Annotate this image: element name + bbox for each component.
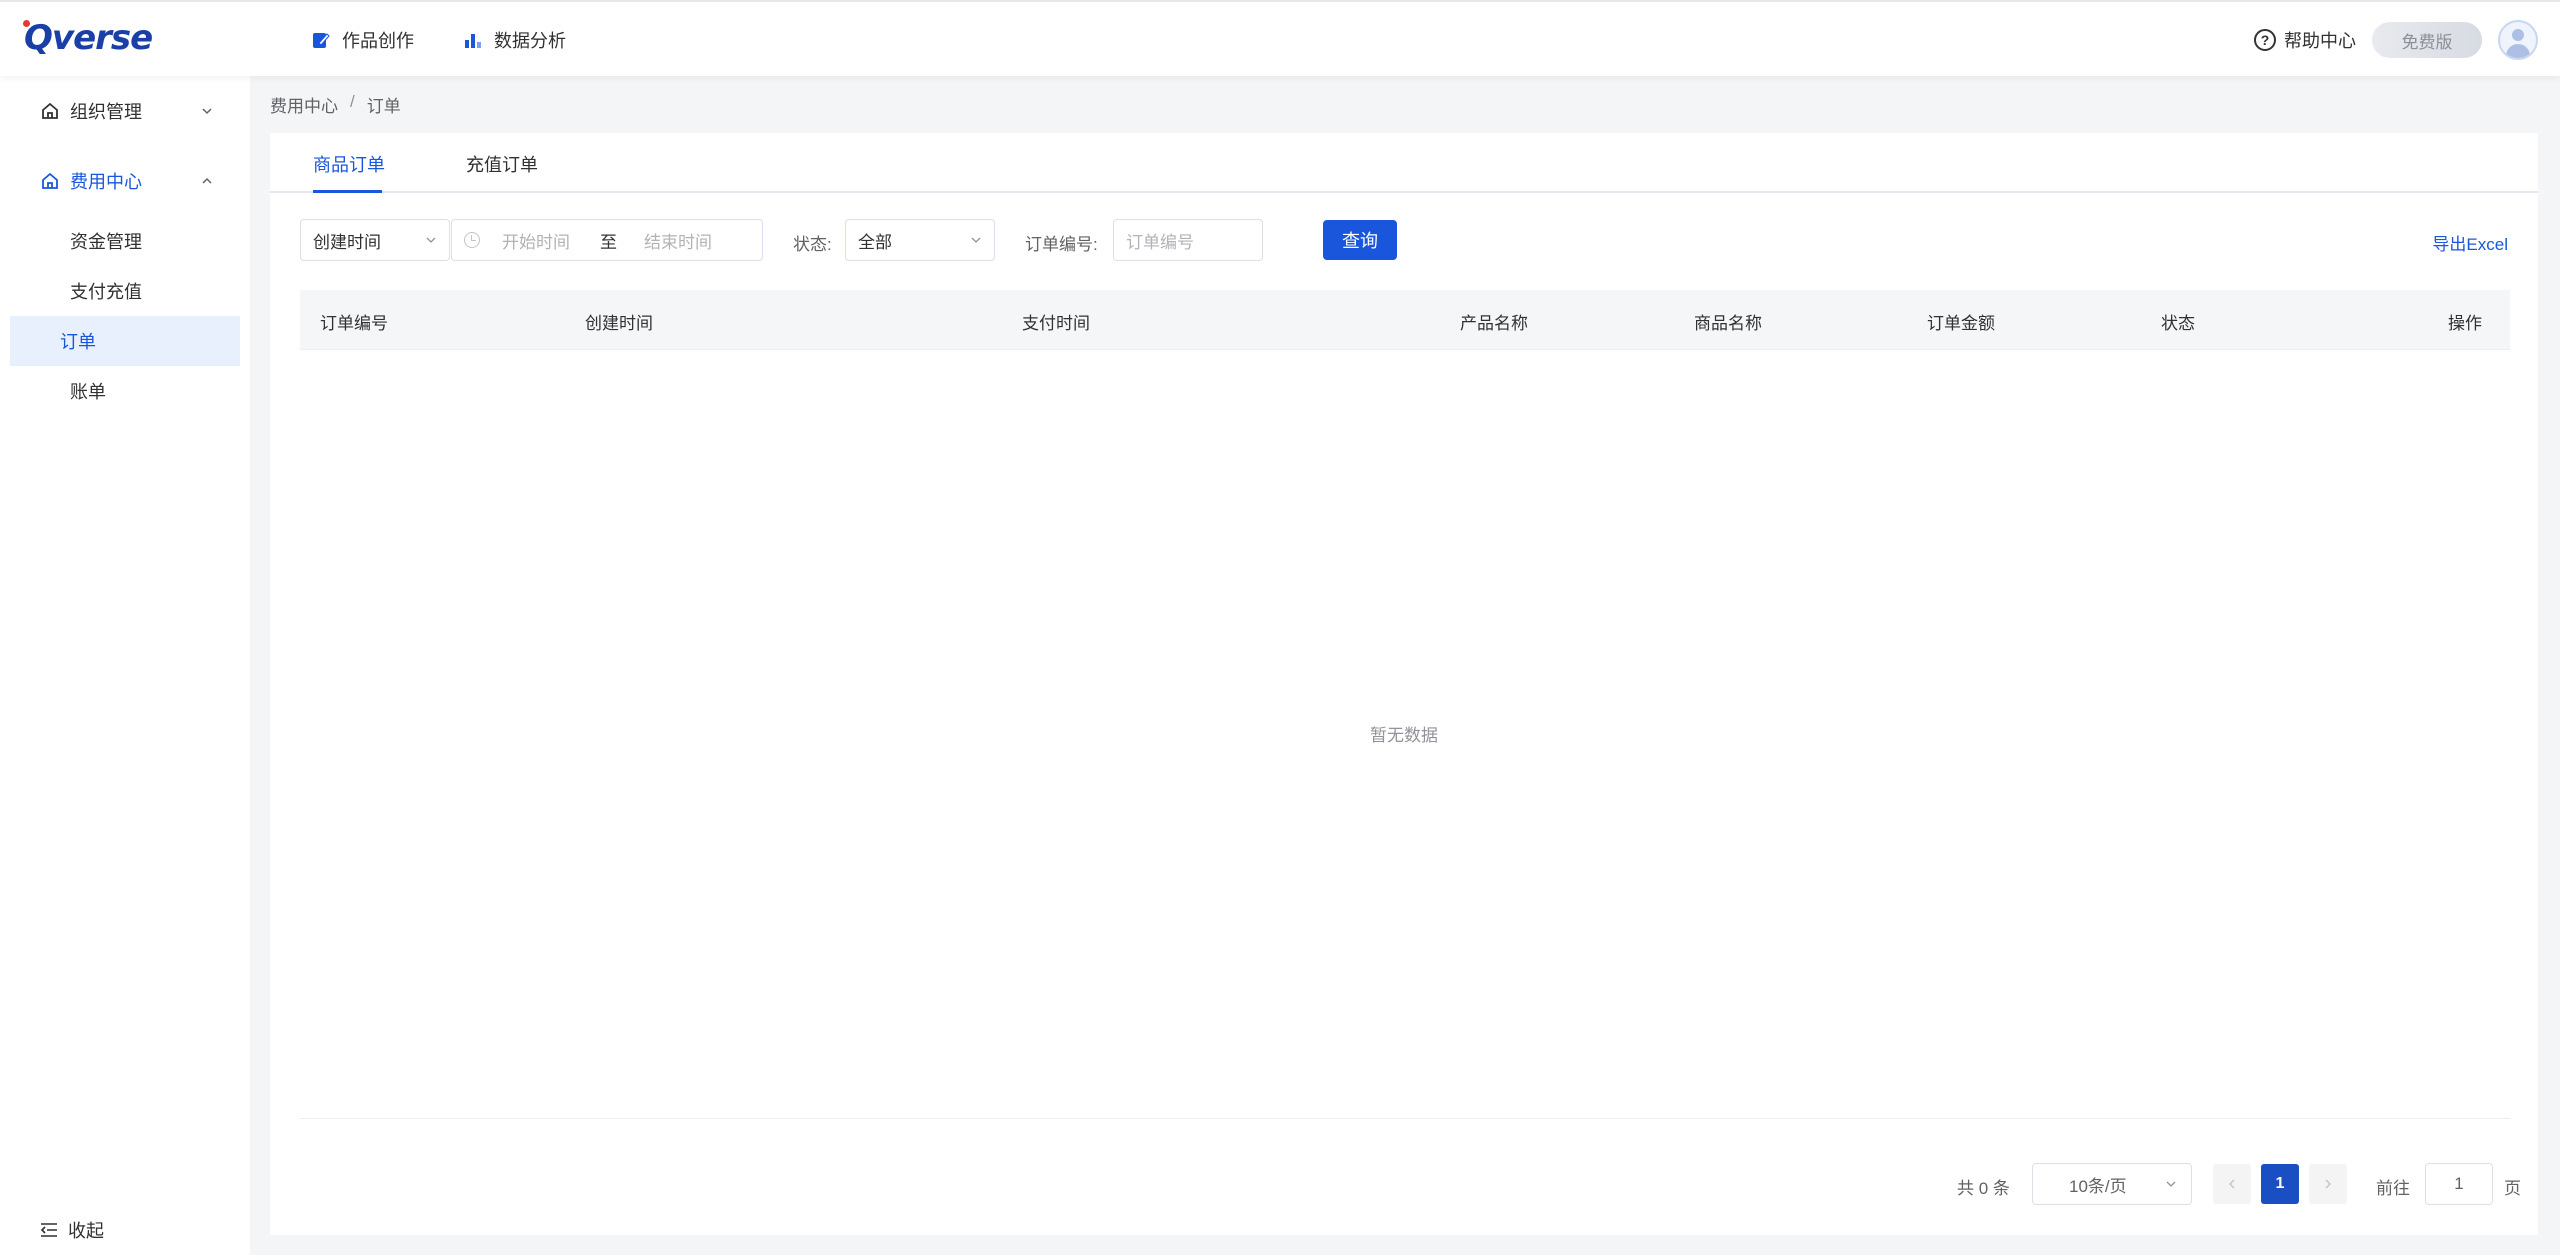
order-no-input[interactable]: 订单编号	[1113, 219, 1263, 261]
nav-data-analysis[interactable]: 数据分析	[464, 27, 566, 53]
question-icon: ?	[2254, 29, 2276, 51]
column-header: 订单编号	[320, 314, 388, 333]
home-icon	[42, 172, 58, 189]
chevron-down-icon	[426, 237, 436, 243]
chevron-down-icon	[2166, 1181, 2176, 1187]
time-type-value: 创建时间	[313, 232, 381, 252]
goto-page-input[interactable]: 1	[2425, 1163, 2493, 1205]
orders-card: 商品订单 充值订单 创建时间 开始时间 至 结束时间 状态: 全部 订单编号: …	[270, 133, 2538, 1235]
column-header: 状态	[2161, 314, 2195, 333]
avatar[interactable]	[2498, 20, 2538, 60]
date-range-picker[interactable]: 开始时间 至 结束时间	[451, 219, 763, 261]
nav-works-creation[interactable]: 作品创作	[312, 27, 414, 53]
logo-text: Qverse	[24, 18, 153, 58]
sidebar-item-bills[interactable]: 账单	[10, 366, 240, 416]
empty-state: 暂无数据	[1370, 726, 1438, 745]
column-header: 支付时间	[1022, 314, 1090, 333]
page-size-select[interactable]: 10条/页	[2032, 1163, 2192, 1205]
user-icon	[2512, 29, 2524, 41]
breadcrumb-item: 订单	[366, 97, 401, 116]
prev-page-button[interactable]	[2213, 1164, 2251, 1204]
tab-product-orders[interactable]: 商品订单	[313, 151, 385, 177]
query-button[interactable]: 查询	[1323, 220, 1397, 260]
collapse-icon	[40, 1223, 57, 1237]
time-type-select[interactable]: 创建时间	[300, 219, 450, 261]
chevron-left-icon	[2228, 1179, 2235, 1189]
order-no-label: 订单编号:	[1025, 235, 1098, 254]
column-header: 操作	[2448, 314, 2482, 333]
breadcrumb: 费用中心 / 订单	[270, 92, 401, 117]
logo-dot	[23, 20, 30, 27]
header-right: ? 帮助中心 免费版	[2254, 2, 2538, 78]
page-size-value: 10条/页	[2069, 1176, 2127, 1196]
help-label: 帮助中心	[2284, 31, 2356, 51]
top-header: Qverse 作品创作 数据分析 ? 帮助中心 免费版	[0, 0, 2560, 76]
collapse-button[interactable]: 收起	[40, 1217, 104, 1243]
next-page-button[interactable]	[2309, 1164, 2347, 1204]
column-header: 创建时间	[585, 314, 653, 333]
order-tabs: 商品订单 充值订单	[270, 133, 2538, 193]
breadcrumb-item[interactable]: 费用中心	[270, 92, 338, 117]
bar-chart-icon	[465, 34, 481, 48]
collapse-label: 收起	[68, 1221, 104, 1241]
page-suffix: 页	[2504, 1179, 2521, 1198]
sidebar-group-org[interactable]: 组织管理	[0, 76, 250, 146]
sidebar-group-label: 组织管理	[70, 102, 142, 122]
top-nav: 作品创作 数据分析	[312, 2, 566, 78]
filter-bar: 创建时间 开始时间 至 结束时间 状态: 全部 订单编号: 订单编号 查询 导出…	[300, 219, 2510, 261]
home-icon	[42, 102, 58, 119]
page-button-current[interactable]: 1	[2261, 1164, 2299, 1204]
nav-label: 作品创作	[342, 31, 414, 51]
chevron-right-icon	[2325, 1179, 2332, 1189]
status-label: 状态:	[793, 235, 832, 254]
sidebar-group-billing[interactable]: 费用中心	[0, 146, 250, 216]
plan-badge[interactable]: 免费版	[2372, 22, 2482, 58]
nav-label: 数据分析	[494, 31, 566, 51]
end-date-input[interactable]: 结束时间	[644, 228, 712, 253]
clock-icon	[464, 232, 480, 248]
column-header: 商品名称	[1694, 314, 1762, 333]
goto-label: 前往	[2376, 1179, 2410, 1198]
sidebar-group-label: 费用中心	[70, 172, 142, 192]
sidebar-item-funds[interactable]: 资金管理	[10, 216, 240, 266]
range-separator: 至	[600, 232, 617, 252]
status-value: 全部	[858, 232, 892, 252]
sidebar-submenu: 资金管理 支付充值 订单 账单	[0, 216, 250, 416]
start-date-input[interactable]: 开始时间	[502, 228, 570, 253]
chevron-down-icon	[202, 108, 212, 115]
sidebar-item-orders[interactable]: 订单	[10, 316, 240, 366]
column-header: 订单金额	[1927, 314, 1995, 333]
sidebar-item-recharge[interactable]: 支付充值	[10, 266, 240, 316]
sidebar: 组织管理 费用中心 资金管理 支付充值 订单 账单 收起	[0, 76, 250, 1255]
chevron-up-icon	[202, 177, 212, 184]
chevron-down-icon	[971, 237, 981, 243]
logo[interactable]: Qverse	[23, 18, 153, 58]
breadcrumb-separator: /	[350, 92, 355, 111]
table-divider	[300, 1118, 2510, 1119]
total-count: 共 0 条	[1957, 1179, 2010, 1198]
export-excel-link[interactable]: 导出Excel	[2432, 230, 2508, 255]
table-header: 订单编号 创建时间 支付时间 产品名称 商品名称 订单金额 状态 操作	[300, 290, 2510, 350]
column-header: 产品名称	[1460, 314, 1528, 333]
status-select[interactable]: 全部	[845, 219, 995, 261]
tab-recharge-orders[interactable]: 充值订单	[466, 151, 538, 177]
edit-icon	[313, 33, 330, 48]
tab-active-indicator	[313, 190, 382, 193]
help-center-link[interactable]: ? 帮助中心	[2254, 27, 2356, 53]
